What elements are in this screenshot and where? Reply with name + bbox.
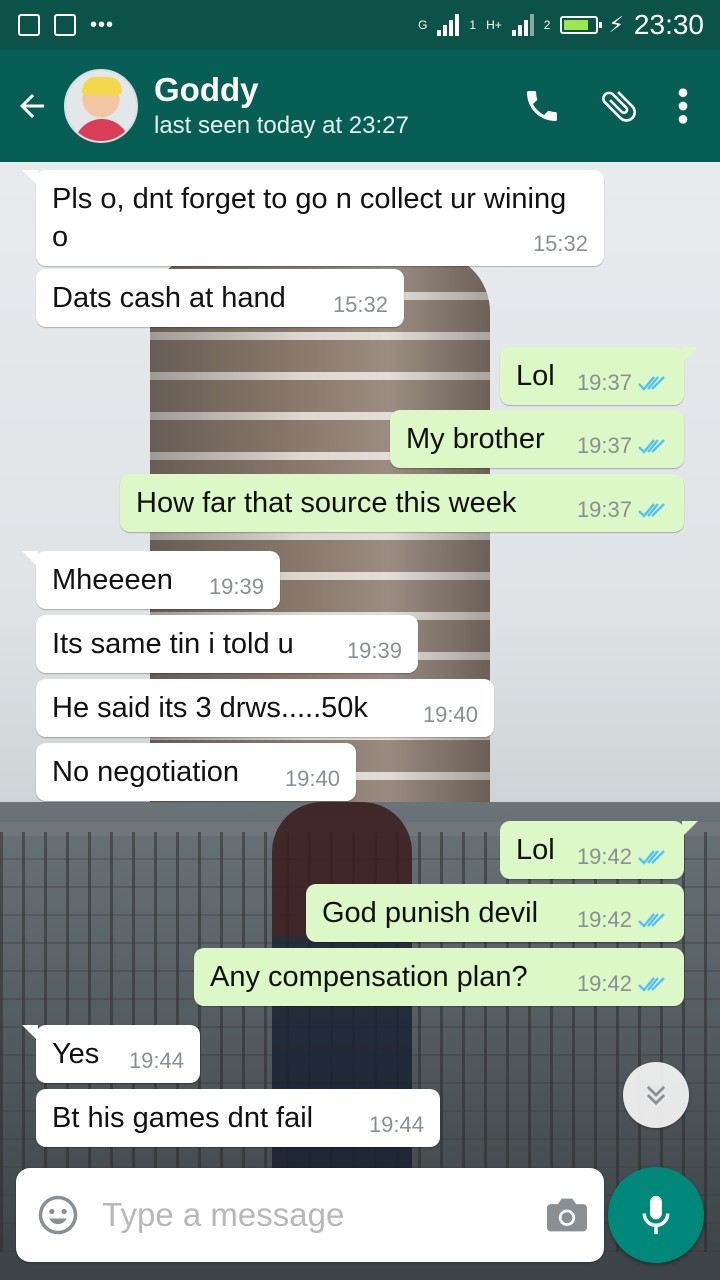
message-text: Any compensation plan? [210, 961, 528, 993]
message-text: My brother [406, 423, 545, 455]
message-time: 19:42 [576, 971, 632, 996]
sim-1-label: 1 [469, 18, 477, 32]
arrow-back-icon [20, 94, 44, 118]
back-button[interactable] [0, 88, 64, 124]
message-time: 19:39 [346, 638, 402, 663]
status-clock: 23:30 [633, 9, 704, 40]
more-notifications-icon: ••• [90, 13, 115, 36]
signal-2-icon [511, 14, 534, 36]
message-time: 19:42 [576, 907, 632, 932]
message-bubble-outgoing[interactable]: How far that source this week 19:37 [120, 474, 684, 532]
message-time: 19:44 [368, 1112, 424, 1137]
network-type-2: H+ [486, 18, 502, 32]
message-time: 19:44 [128, 1048, 184, 1073]
contact-info[interactable]: Goddy last seen today at 23:27 [154, 70, 409, 142]
voice-call-button[interactable] [522, 86, 562, 126]
message-text: He said its 3 drws.....50k [52, 692, 368, 724]
read-receipt-icon [638, 913, 665, 928]
charging-icon: ⚡ [608, 12, 624, 37]
message-bubble-outgoing[interactable]: My brother 19:37 [390, 410, 684, 468]
emoji-button[interactable] [16, 1194, 100, 1236]
emoji-icon [38, 1195, 78, 1235]
message-time: 19:42 [576, 844, 632, 869]
message-text: How far that source this week [136, 487, 517, 519]
message-time: 19:37 [576, 370, 632, 395]
message-text: Dats cash at hand [52, 282, 286, 314]
message-time: 19:39 [208, 574, 264, 599]
paperclip-icon [602, 91, 637, 122]
message-bubble-outgoing[interactable]: Lol 19:42 [500, 821, 698, 879]
message-list[interactable]: Pls o, dnt forget to go n collect ur win… [0, 162, 720, 1162]
message-bubble-incoming[interactable]: He said its 3 drws.....50k 19:40 [36, 679, 494, 737]
message-text: Bt his games dnt fail [52, 1102, 314, 1134]
message-bubble-incoming[interactable]: Pls o, dnt forget to go n collect ur win… [22, 170, 604, 266]
message-bubble-outgoing[interactable]: Lol 19:37 [500, 347, 698, 405]
signal-1-icon [437, 14, 460, 36]
read-receipt-icon [638, 977, 665, 992]
usb-icon [18, 14, 40, 36]
contact-name: Goddy [154, 71, 259, 108]
read-receipt-icon [638, 503, 665, 518]
message-time: 19:37 [576, 433, 632, 458]
message-text: God punish devil [322, 897, 539, 929]
message-time: 19:40 [422, 702, 478, 727]
more-vert-icon [678, 88, 688, 124]
contact-avatar[interactable] [64, 69, 138, 143]
message-time: 19:40 [284, 766, 340, 791]
message-composer [16, 1168, 604, 1262]
contact-last-seen: last seen today at 23:27 [154, 112, 409, 139]
message-input[interactable] [100, 1195, 530, 1235]
message-text: Yes [52, 1038, 100, 1070]
double-chevron-down-icon [646, 1085, 666, 1106]
message-bubble-incoming[interactable]: Bt his games dnt fail 19:44 [36, 1089, 440, 1147]
phone-icon [527, 91, 557, 121]
message-bubble-incoming[interactable]: No negotiation 19:40 [36, 743, 356, 801]
network-type-1: G [418, 18, 428, 32]
camera-button[interactable] [529, 1195, 604, 1235]
message-text: No negotiation [52, 756, 240, 788]
attach-button[interactable] [598, 85, 640, 127]
message-text: Mheeeen [52, 564, 173, 596]
message-text: Pls o, dnt forget to go n collect ur win… [52, 183, 567, 253]
chat-header: Goddy last seen today at 23:27 [0, 50, 720, 162]
message-bubble-incoming[interactable]: Mheeeen 19:39 [22, 551, 280, 609]
read-receipt-icon [638, 850, 665, 865]
message-bubble-outgoing[interactable]: Any compensation plan? 19:42 [194, 948, 684, 1006]
message-text: Lol [516, 834, 555, 866]
read-receipt-icon [638, 376, 665, 391]
mic-icon [642, 1195, 670, 1235]
voice-message-button[interactable] [608, 1167, 704, 1263]
message-time: 15:32 [532, 231, 588, 256]
message-text: Lol [516, 360, 555, 392]
more-options-button[interactable] [676, 86, 690, 126]
message-text: Its same tin i told u [52, 628, 294, 660]
message-time: 19:37 [576, 497, 632, 522]
camera-icon [546, 1198, 587, 1232]
message-bubble-outgoing[interactable]: God punish devil 19:42 [306, 884, 684, 942]
message-time: 15:32 [332, 292, 388, 317]
mail-icon [54, 14, 76, 36]
message-bubble-incoming[interactable]: Dats cash at hand 15:32 [36, 269, 404, 327]
status-bar: ••• G 1 H+ 2 ⚡ 23:30 [0, 0, 720, 50]
scroll-to-bottom-button[interactable] [623, 1062, 689, 1128]
read-receipt-icon [638, 439, 665, 454]
message-bubble-incoming[interactable]: Yes 19:44 [22, 1025, 200, 1083]
battery-icon [560, 16, 603, 34]
sim-2-label: 2 [543, 18, 551, 32]
message-bubble-incoming[interactable]: Its same tin i told u 19:39 [36, 615, 418, 673]
